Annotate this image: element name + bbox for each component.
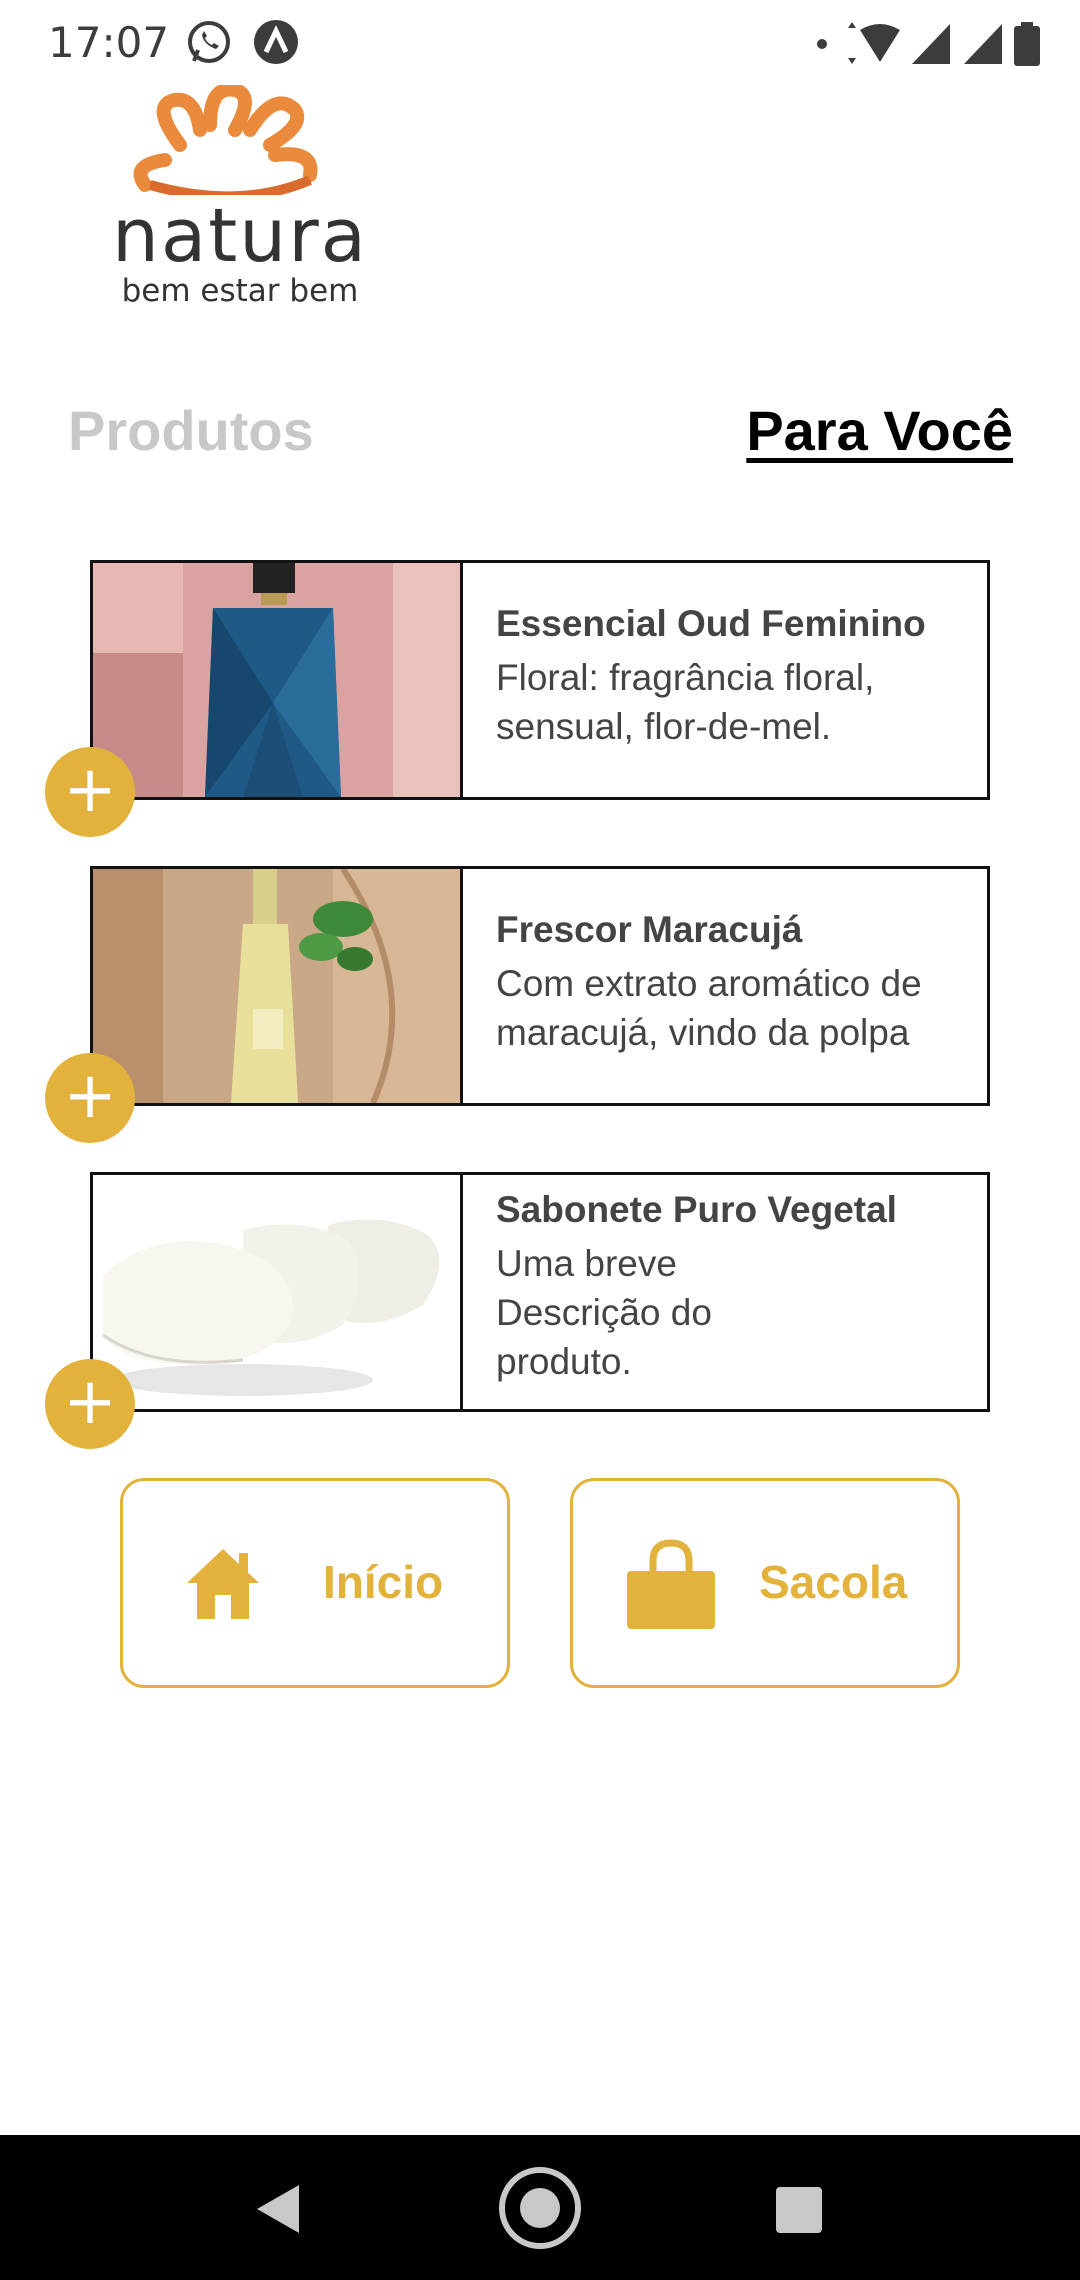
battery-icon [1014, 21, 1040, 71]
sacola-label: Sacola [759, 1556, 908, 1608]
add-product-button[interactable]: + [45, 1053, 135, 1143]
card-divider [460, 563, 463, 797]
natura-logo: natura bem estar bem [110, 85, 370, 315]
home-nav-icon[interactable] [497, 2165, 583, 2256]
natura-flower-icon [133, 85, 318, 195]
inicio-button[interactable]: Início [120, 1478, 510, 1688]
card-divider [460, 869, 463, 1103]
card-divider [460, 1175, 463, 1409]
sacola-button[interactable]: Sacola [570, 1478, 960, 1688]
product-info: Essencial Oud Feminino Floral: fragrânci… [496, 603, 981, 751]
logo-tagline: bem estar bem [121, 273, 359, 309]
inicio-label: Início [323, 1556, 444, 1608]
status-icons [810, 21, 1040, 71]
product-description: Uma breve Descrição do produto. [496, 1243, 712, 1382]
status-time: 17:07 [48, 18, 170, 67]
product-info: Frescor Maracujá Com extrato aromático d… [496, 909, 981, 1057]
recents-icon[interactable] [776, 2187, 822, 2238]
product-description: Floral: fragrância floral, sensual, flor… [496, 657, 875, 747]
product-card[interactable]: Essencial Oud Feminino Floral: fragrânci… [90, 560, 990, 800]
app-icon [252, 18, 300, 66]
product-card[interactable]: Frescor Maracujá Com extrato aromático d… [90, 866, 990, 1106]
back-icon[interactable] [255, 2183, 301, 2240]
product-title: Sabonete Puro Vegetal [496, 1189, 897, 1230]
signal-icon [962, 22, 1006, 71]
android-nav-bar [0, 2135, 1080, 2280]
product-title: Essencial Oud Feminino [496, 603, 926, 644]
dot-icon [810, 32, 834, 61]
signal-icon [910, 22, 954, 71]
whatsapp-icon [185, 18, 233, 66]
product-card[interactable]: Sabonete Puro Vegetal Uma breve Descriçã… [90, 1172, 990, 1412]
add-product-button[interactable]: + [45, 1359, 135, 1449]
add-product-button[interactable]: + [45, 747, 135, 837]
product-image [93, 869, 460, 1103]
status-bar: 17:07 [0, 0, 1080, 92]
product-description: Com extrato aromático de maracujá, vindo… [496, 963, 922, 1053]
product-title: Frescor Maracujá [496, 909, 803, 950]
tab-produtos[interactable]: Produtos [68, 398, 314, 463]
shopping-bag-icon [625, 1539, 717, 1636]
home-icon [185, 1545, 261, 1626]
tab-para-voce[interactable]: Para Você [746, 398, 1013, 463]
product-info: Sabonete Puro Vegetal Uma breve Descriçã… [496, 1189, 897, 1386]
product-image [93, 1175, 460, 1409]
product-image [93, 563, 460, 797]
logo-wordmark: natura [112, 193, 368, 279]
wifi-icon [842, 21, 902, 71]
